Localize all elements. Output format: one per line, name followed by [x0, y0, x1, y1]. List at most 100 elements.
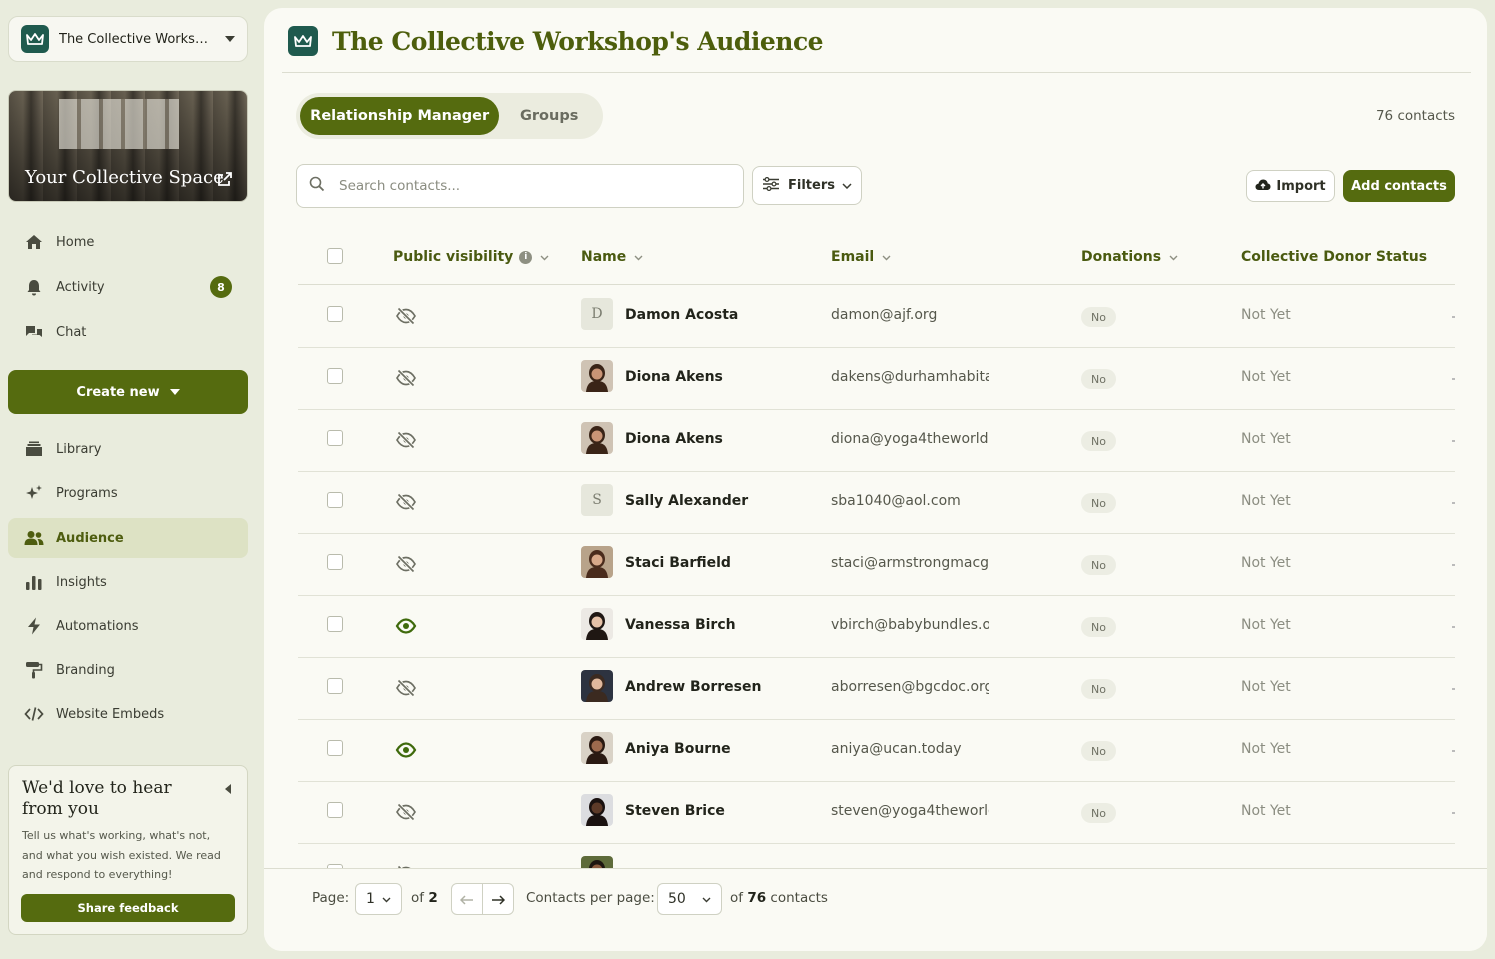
next-page-button[interactable] [482, 883, 514, 915]
column-public-visibility[interactable]: Public visibility i [393, 249, 549, 265]
table-row[interactable]: Diona Akens dakens@durhamhabitat.org No Not… [298, 348, 1455, 410]
eye-off-icon[interactable] [395, 305, 417, 327]
sidebar-item-automations[interactable]: Automations [8, 606, 248, 646]
column-collective-donor-status[interactable]: Collective Donor Status [1241, 249, 1427, 265]
sidebar-item-library[interactable]: Library [8, 429, 248, 469]
prev-page-button[interactable] [451, 883, 483, 915]
external-link-icon[interactable] [217, 171, 233, 191]
donor-status: Not Yet [1241, 307, 1291, 323]
donor-status: Not Yet [1241, 679, 1291, 695]
lightning-icon [24, 616, 44, 636]
share-feedback-button[interactable]: Share feedback [21, 894, 235, 922]
header-divider [282, 72, 1471, 73]
eye-off-icon[interactable] [395, 429, 417, 451]
eye-off-icon[interactable] [395, 677, 417, 699]
table-row[interactable]: Staci Barfield staci@armstrongmacgregor.c… [298, 534, 1455, 596]
sidebar-item-insights[interactable]: Insights [8, 562, 248, 602]
contact-name[interactable]: Andrew Borresen [625, 679, 761, 695]
overflow-indicator [1452, 440, 1455, 442]
column-name[interactable]: Name [581, 249, 643, 265]
table-row[interactable]: Steven Brice steven@yoga4theworld.org No No… [298, 782, 1455, 844]
eye-icon[interactable] [395, 739, 417, 761]
sidebar-item-label: Chat [56, 324, 87, 340]
filters-button[interactable]: Filters [752, 166, 862, 205]
bar-chart-icon [24, 572, 44, 592]
sidebar-item-branding[interactable]: Branding [8, 650, 248, 690]
contact-email: damon@ajf.org [831, 307, 938, 323]
avatar: S [581, 484, 613, 516]
contact-name[interactable]: Damon Acosta [625, 307, 738, 323]
table-row[interactable]: Vanessa Birch vbirch@babybundles.org No Not… [298, 596, 1455, 658]
import-button[interactable]: Import [1246, 170, 1335, 202]
per-page-select[interactable]: 50 [657, 883, 722, 915]
create-new-button[interactable]: Create new [8, 370, 248, 414]
space-banner-image [59, 99, 179, 149]
tab-relationship-manager[interactable]: Relationship Manager [300, 97, 500, 135]
eye-off-icon[interactable] [395, 367, 417, 389]
sidebar-item-label: Website Embeds [56, 706, 165, 722]
overflow-indicator [1452, 688, 1455, 690]
sidebar-item-home[interactable]: Home [8, 222, 248, 262]
page-select[interactable]: 1 [355, 883, 402, 915]
arrow-right-icon [491, 890, 506, 909]
row-checkbox[interactable] [327, 492, 343, 508]
table-row[interactable]: S Sally Alexander sba1040@aol.com No Not Yet [298, 472, 1455, 534]
donations-badge: No [1081, 555, 1116, 575]
contact-name[interactable]: Diona Akens [625, 431, 723, 447]
filters-label: Filters [788, 178, 835, 193]
search-box[interactable]: Search contacts... [296, 164, 744, 208]
row-checkbox[interactable] [327, 678, 343, 694]
eye-icon[interactable] [395, 615, 417, 637]
chevron-down-icon [1169, 249, 1178, 265]
row-checkbox[interactable] [327, 306, 343, 322]
row-checkbox[interactable] [327, 740, 343, 756]
donor-status: Not Yet [1241, 493, 1291, 509]
contacts-table: Public visibility i Name Email Donations… [298, 228, 1455, 868]
table-row[interactable]: Diona Akens diona@yoga4theworld.org No Not … [298, 410, 1455, 472]
eye-off-icon[interactable] [395, 491, 417, 513]
eye-off-icon[interactable] [395, 553, 417, 575]
donations-badge: No [1081, 617, 1116, 637]
crown-logo-icon [21, 25, 49, 53]
row-checkbox[interactable] [327, 616, 343, 632]
row-checkbox[interactable] [327, 802, 343, 818]
nav-secondary: Library Programs Audience Insights Autom… [8, 429, 248, 734]
collapse-caret-icon[interactable] [225, 784, 231, 794]
sidebar-item-audience[interactable]: Audience [8, 518, 248, 558]
column-email[interactable]: Email [831, 249, 891, 265]
donations-badge: No [1081, 679, 1116, 699]
column-label: Public visibility [393, 249, 514, 265]
contact-name[interactable]: Vanessa Birch [625, 617, 736, 633]
eye-off-icon[interactable] [395, 801, 417, 823]
contact-name[interactable]: Aniya Bourne [625, 741, 731, 757]
page-title: The Collective Workshop's Audience [332, 26, 824, 56]
donations-badge: No [1081, 803, 1116, 823]
column-donations[interactable]: Donations [1081, 249, 1178, 265]
tab-groups[interactable]: Groups [499, 97, 599, 135]
table-row[interactable]: Aniya Bourne aniya@ucan.today No Not Yet [298, 720, 1455, 782]
row-checkbox[interactable] [327, 430, 343, 446]
table-row[interactable] [298, 844, 1455, 868]
org-switcher[interactable]: The Collective Worksh... [8, 16, 248, 62]
contact-name[interactable]: Sally Alexander [625, 493, 748, 509]
table-row[interactable]: Andrew Borresen aborresen@bgcdoc.org No Not… [298, 658, 1455, 720]
table-row[interactable]: D Damon Acosta damon@ajf.org No Not Yet [298, 286, 1455, 348]
avatar [581, 608, 613, 640]
overflow-indicator [1452, 316, 1455, 318]
contact-name[interactable]: Steven Brice [625, 803, 725, 819]
activity-count-badge: 8 [210, 276, 232, 298]
arrow-left-icon [459, 890, 474, 909]
contact-name[interactable]: Diona Akens [625, 369, 723, 385]
row-checkbox[interactable] [327, 368, 343, 384]
sidebar-item-activity[interactable]: Activity 8 [8, 267, 248, 307]
row-checkbox[interactable] [327, 554, 343, 570]
search-input[interactable]: Search contacts... [339, 178, 460, 194]
info-icon[interactable]: i [519, 250, 533, 264]
select-all-checkbox[interactable] [327, 248, 343, 264]
collective-space-card[interactable]: Your Collective Space [8, 90, 248, 202]
sidebar-item-chat[interactable]: Chat [8, 312, 248, 352]
sidebar-item-programs[interactable]: Programs [8, 473, 248, 513]
add-contacts-button[interactable]: Add contacts [1343, 170, 1455, 202]
contact-name[interactable]: Staci Barfield [625, 555, 731, 571]
sidebar-item-website-embeds[interactable]: Website Embeds [8, 694, 248, 734]
